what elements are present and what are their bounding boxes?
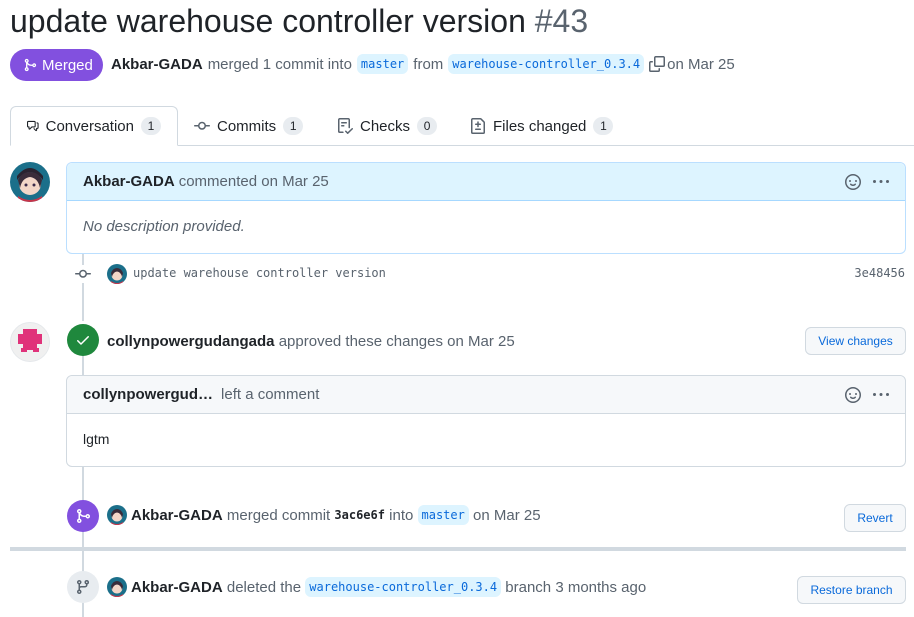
view-changes-button[interactable]: View changes: [805, 327, 906, 355]
comment-body: No description provided.: [83, 218, 245, 235]
commit-message-link[interactable]: update warehouse controller version: [133, 266, 386, 280]
merge-commit-sha-link[interactable]: 3ac6e6f: [334, 508, 385, 522]
smiley-icon[interactable]: [845, 173, 861, 190]
branch-deleted-event: Akbar-GADA deleted the warehouse-control…: [131, 576, 646, 598]
tab-commits[interactable]: Commits 1: [178, 106, 319, 146]
copy-icon[interactable]: [649, 56, 666, 72]
pr-date: on Mar 25: [667, 55, 735, 73]
review-comment: collynpowergud… left a comment lgtm: [66, 375, 906, 467]
git-branch-icon: [76, 580, 89, 595]
merge-branch-label[interactable]: master: [417, 505, 469, 525]
delete-action-text: deleted the: [226, 578, 302, 596]
tab-files-changed[interactable]: Files changed 1: [454, 106, 629, 146]
page-title: update warehouse controller version #43: [10, 2, 588, 40]
tab-checks[interactable]: Checks 0: [321, 106, 453, 146]
tab-conversation-label: Conversation: [45, 117, 134, 135]
comment-action-text: left a comment: [221, 386, 320, 403]
checklist-icon: [338, 118, 353, 134]
avatar[interactable]: [10, 162, 50, 202]
restore-branch-button[interactable]: Restore branch: [797, 576, 906, 604]
pr-number: #43: [534, 3, 589, 39]
from-text: from: [413, 55, 444, 73]
comment-header: Akbar-GADA commented on Mar 25: [67, 163, 905, 201]
approved-badge: [67, 324, 99, 356]
file-diff-icon: [471, 118, 485, 134]
merged-event-badge: [67, 500, 99, 532]
git-commit-icon: [194, 121, 210, 130]
merge-summary-text: merged 1 commit into: [207, 55, 352, 73]
tab-checks-count: 0: [417, 117, 438, 135]
base-branch-label[interactable]: master: [356, 54, 409, 74]
commit-sha-link[interactable]: 3e48456: [854, 266, 905, 280]
commit-node: [74, 265, 92, 283]
delete-suffix-text: branch 3 months ago: [505, 578, 647, 596]
tab-conversation-count: 1: [141, 117, 161, 135]
pr-description-comment: Akbar-GADA commented on Mar 25 No descri…: [66, 162, 906, 254]
tab-commits-label: Commits: [217, 117, 277, 135]
smiley-icon[interactable]: [845, 386, 861, 403]
tab-files-changed-count: 1: [593, 117, 614, 135]
delete-author-link[interactable]: Akbar-GADA: [131, 579, 223, 596]
git-commit-icon: [75, 269, 91, 278]
comment-action-text[interactable]: commented on Mar 25: [179, 173, 329, 190]
comment-author-link[interactable]: Akbar-GADA: [83, 173, 175, 190]
avatar[interactable]: [107, 505, 127, 525]
avatar[interactable]: [107, 264, 127, 284]
merged-label: Merged: [42, 56, 93, 74]
tab-checks-label: Checks: [360, 117, 411, 135]
kebab-menu-icon[interactable]: [873, 174, 889, 190]
merge-author-link[interactable]: Akbar-GADA: [131, 507, 223, 524]
tab-commits-count: 1: [283, 117, 304, 135]
deleted-branch-label[interactable]: warehouse-controller_0.3.4: [305, 577, 502, 597]
kebab-menu-icon[interactable]: [873, 387, 889, 403]
git-merge-icon: [24, 58, 37, 72]
comment-discussion-icon: [27, 120, 39, 132]
head-branch-label[interactable]: warehouse-controller_0.3.4: [448, 54, 645, 74]
comment-body: lgtm: [83, 431, 110, 447]
pr-title: update warehouse controller version: [10, 3, 526, 39]
reviewer-link[interactable]: collynpowergudangada: [107, 333, 275, 350]
avatar[interactable]: [10, 322, 50, 362]
branch-deleted-badge: [67, 571, 99, 603]
merge-action-text: merged commit: [226, 506, 331, 524]
into-text: into: [389, 506, 414, 524]
comment-author-link[interactable]: collynpowergud…: [83, 386, 213, 403]
revert-button[interactable]: Revert: [844, 504, 906, 532]
pr-author-link[interactable]: Akbar-GADA: [111, 56, 203, 73]
merged-state-badge: Merged: [10, 49, 103, 81]
avatar[interactable]: [107, 577, 127, 597]
review-action-text: approved these changes on Mar 25: [278, 332, 515, 350]
tab-files-changed-label: Files changed: [493, 117, 587, 135]
check-icon: [77, 336, 89, 345]
tab-conversation[interactable]: Conversation 1: [10, 106, 178, 146]
timeline-divider: [10, 547, 906, 551]
review-event: collynpowergudangada approved these chan…: [107, 331, 515, 351]
merge-date-text: on Mar 25: [473, 506, 541, 524]
git-merge-icon: [77, 509, 91, 523]
comment-header: collynpowergud… left a comment: [67, 376, 905, 414]
merge-event: Akbar-GADA merged commit 3ac6e6f into ma…: [131, 504, 541, 526]
pr-summary-line: Akbar-GADA merged 1 commit into master f…: [111, 52, 740, 76]
timeline-connector: [82, 356, 84, 376]
